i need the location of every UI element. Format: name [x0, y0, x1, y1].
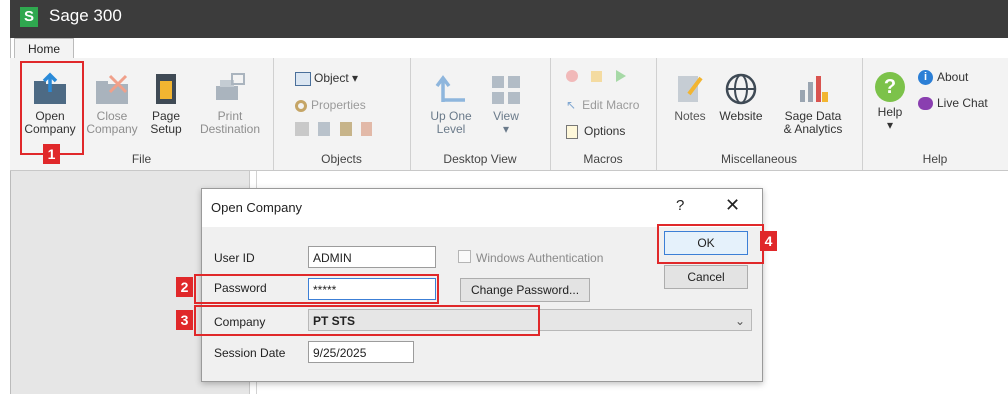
open-company-highlight — [20, 61, 84, 155]
password-highlight — [194, 274, 439, 304]
windows-auth-checkbox[interactable] — [458, 250, 471, 263]
close-company-button[interactable]: Close Company — [82, 72, 142, 136]
print-destination-button[interactable]: Print Destination — [190, 72, 270, 136]
macro-controls — [566, 70, 626, 85]
up-one-level-label-2: Level — [436, 122, 466, 136]
notes-icon — [678, 76, 703, 102]
macros-group-label: Macros — [583, 152, 623, 166]
live-chat-label: Live Chat — [937, 96, 988, 110]
edit-macro-button[interactable]: ↖ Edit Macro — [566, 98, 639, 112]
options-button[interactable]: Options — [566, 124, 625, 139]
printer-icon — [216, 73, 245, 100]
page-setup-button[interactable]: Page Setup — [144, 72, 188, 136]
tab-home[interactable]: Home — [14, 38, 74, 59]
live-chat-button[interactable]: Live Chat — [918, 96, 988, 111]
gear-icon — [295, 99, 307, 112]
chevron-down-icon: ▾ — [502, 122, 510, 136]
up-arrow-icon — [435, 75, 465, 102]
close-company-label-1: Close — [96, 109, 128, 123]
company-highlight — [194, 305, 540, 336]
objects-group-label: Objects — [321, 152, 362, 166]
session-date-input[interactable]: 9/25/2025 — [308, 341, 414, 363]
play-icon[interactable] — [615, 70, 626, 82]
sage-logo-icon: S — [20, 7, 38, 27]
help-group-label: Help — [922, 152, 948, 166]
view-button[interactable]: View ▾ — [484, 72, 528, 136]
record-icon[interactable] — [566, 70, 578, 82]
dialog-title: Open Company — [211, 200, 303, 215]
sage-data-label-2: & Analytics — [783, 122, 843, 136]
help-group: ? Help ▾ i About Live Chat Help — [862, 58, 1008, 170]
paste-icon[interactable] — [339, 122, 352, 136]
up-one-level-label-1: Up One — [430, 109, 472, 123]
help-icon: ? — [875, 72, 905, 102]
sage-data-label-1: Sage Data — [784, 109, 842, 123]
print-destination-label-1: Print — [217, 109, 243, 123]
user-id-label: User ID — [214, 251, 255, 265]
options-icon — [566, 124, 578, 139]
session-date-label: Session Date — [214, 346, 286, 360]
dialog-help-icon[interactable]: ? — [676, 197, 684, 214]
notes-button[interactable]: Notes — [670, 72, 710, 123]
cut-icon[interactable] — [295, 122, 309, 136]
misc-group-label: Miscellaneous — [720, 152, 798, 166]
up-one-level-button[interactable]: Up One Level — [424, 72, 478, 136]
cancel-button[interactable]: Cancel — [664, 265, 748, 289]
object-menu-button[interactable]: Object ▾ — [295, 71, 358, 86]
objects-group: Object ▾ Properties Objects — [273, 58, 411, 170]
step-1-badge: 1 — [43, 144, 60, 164]
app-title: Sage 300 — [49, 6, 122, 25]
copy-icon[interactable] — [318, 122, 331, 136]
dialog-title-bar: Open Company ? ✕ — [202, 189, 762, 227]
title-bar: S Sage 300 — [10, 0, 1008, 38]
step-4-badge: 4 — [760, 231, 777, 251]
bar-chart-icon — [800, 76, 828, 102]
website-button[interactable]: Website — [714, 72, 768, 123]
dialog-close-icon[interactable]: ✕ — [725, 195, 740, 216]
about-button[interactable]: i About — [918, 70, 969, 86]
info-icon: i — [918, 70, 933, 86]
grid-view-icon — [492, 76, 520, 104]
page-setup-label-1: Page — [151, 109, 181, 123]
edit-macro-label: Edit Macro — [582, 98, 640, 112]
help-label: Help — [877, 105, 903, 119]
close-folder-icon — [96, 74, 128, 104]
macros-group: ↖ Edit Macro Options Macros — [550, 58, 657, 170]
help-button[interactable]: ? Help ▾ — [870, 72, 910, 132]
properties-button[interactable]: Properties — [295, 98, 366, 112]
stop-icon[interactable] — [591, 71, 603, 82]
change-password-button[interactable]: Change Password... — [460, 278, 590, 302]
step-3-badge: 3 — [176, 310, 193, 330]
delete-icon[interactable] — [361, 122, 373, 136]
object-icon — [295, 71, 311, 86]
view-label: View — [493, 109, 519, 123]
globe-icon — [725, 73, 757, 105]
properties-label: Properties — [311, 98, 366, 112]
object-label: Object ▾ — [314, 71, 359, 85]
notes-label: Notes — [674, 109, 706, 123]
desktop-view-group: Up One Level View ▾ Desktop View — [410, 58, 551, 170]
clipboard-actions — [295, 122, 373, 139]
chat-icon — [918, 97, 933, 111]
misc-group: Notes Website Sage Data & Analytics Misc… — [656, 58, 863, 170]
page-setup-label-2: Setup — [150, 122, 182, 136]
about-label: About — [937, 70, 969, 84]
sage-data-analytics-button[interactable]: Sage Data & Analytics — [770, 72, 856, 136]
close-company-label-2: Company — [86, 122, 138, 136]
windows-auth-label: Windows Authentication — [476, 251, 604, 265]
options-label: Options — [584, 124, 626, 138]
ok-highlight — [657, 224, 764, 264]
desktop-view-group-label: Desktop View — [443, 152, 517, 166]
page-setup-icon — [156, 74, 176, 104]
step-2-badge: 2 — [176, 277, 193, 297]
edit-macro-icon: ↖ — [566, 98, 577, 112]
user-id-input[interactable]: ADMIN — [308, 246, 436, 268]
ribbon: Open Company Close Company Page Setup Pr… — [10, 58, 1008, 171]
company-chevron-down-icon: ⌄ — [734, 314, 745, 328]
website-label: Website — [719, 109, 763, 123]
help-chevron-down-icon: ▾ — [886, 118, 894, 132]
print-destination-label-2: Destination — [199, 122, 261, 136]
